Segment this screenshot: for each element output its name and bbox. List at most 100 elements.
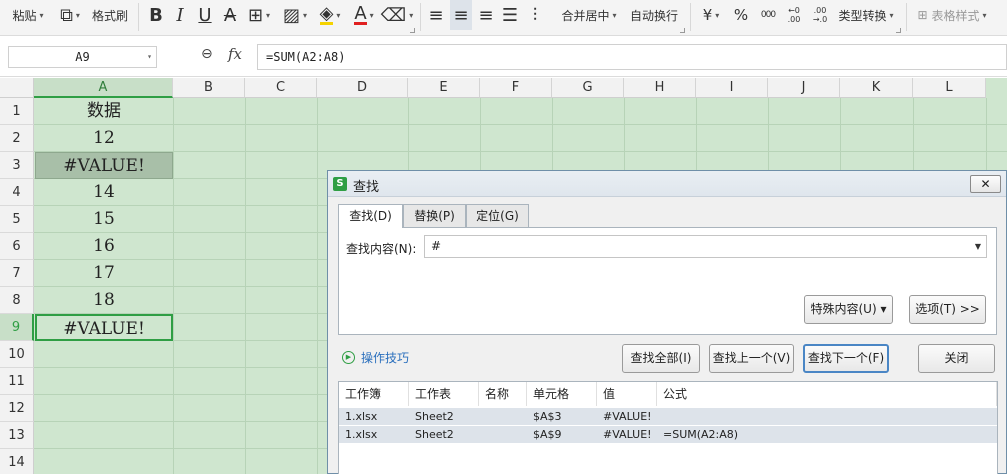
distribute-icon[interactable]: ⫶	[524, 0, 546, 30]
tab-goto[interactable]: 定位(G)	[466, 204, 529, 227]
row-header-13[interactable]: 13	[0, 422, 34, 449]
dialog-launcher-icon[interactable]	[680, 28, 685, 33]
column-header-h[interactable]: H	[624, 78, 696, 98]
row-header-5[interactable]: 5	[0, 206, 34, 233]
type-convert-button[interactable]: 类型转换 ▾	[836, 0, 896, 30]
chevron-down-icon: ▾	[303, 10, 308, 20]
row-header-1[interactable]: 1	[0, 98, 34, 125]
tips-link[interactable]: ▶ 操作技巧	[342, 349, 409, 366]
merge-center-button[interactable]: 合并居中 ▾	[558, 0, 620, 30]
underline-button[interactable]: U	[194, 0, 216, 30]
cell-a9[interactable]: #VALUE!	[35, 314, 173, 341]
column-header-a[interactable]: A	[34, 78, 173, 98]
cell-a4[interactable]: 14	[35, 179, 173, 206]
cell-a6[interactable]: 16	[35, 233, 173, 260]
results-column-header[interactable]: 单元格	[527, 382, 597, 406]
currency-icon: ¥	[702, 6, 713, 24]
close-button[interactable]: 关闭	[918, 344, 995, 373]
paste-button[interactable]: 粘贴 ▾	[6, 0, 50, 30]
strikethrough-button[interactable]: A	[220, 0, 240, 30]
row-header-8[interactable]: 8	[0, 287, 34, 314]
thousands-button[interactable]: 000	[756, 0, 780, 30]
column-header-b[interactable]: B	[173, 78, 245, 98]
copy-button[interactable]: ⧉ ▾	[56, 0, 84, 30]
options-button[interactable]: 选项(T) >>	[909, 295, 986, 324]
results-row[interactable]: 1.xlsx Sheet2 $A$3 #VALUE!	[339, 408, 997, 425]
find-all-button[interactable]: 查找全部(I)	[622, 344, 700, 373]
results-cell: #VALUE!	[603, 410, 652, 423]
results-column-header[interactable]: 工作表	[409, 382, 479, 406]
chevron-down-icon[interactable]: ▼	[975, 236, 981, 257]
row-header-11[interactable]: 11	[0, 368, 34, 395]
column-header-g[interactable]: G	[552, 78, 624, 98]
wrap-text-button[interactable]: 自动换行	[626, 0, 682, 30]
cell-a3[interactable]: #VALUE!	[35, 152, 173, 179]
find-next-button[interactable]: 查找下一个(F)	[803, 344, 889, 373]
row-header-7[interactable]: 7	[0, 260, 34, 287]
fill-pattern-button[interactable]: ▨ ▾	[280, 0, 310, 30]
clear-button[interactable]: ⌫ ▾	[381, 0, 413, 30]
column-header-j[interactable]: J	[768, 78, 840, 98]
font-color-button[interactable]: A ▾	[350, 0, 378, 30]
format-painter-button[interactable]: 格式刷	[88, 0, 132, 30]
column-header-k[interactable]: K	[840, 78, 913, 98]
border-button[interactable]: ⊞ ▾	[244, 0, 274, 30]
special-content-button[interactable]: 特殊内容(U) ▾	[804, 295, 893, 324]
column-header-f[interactable]: F	[480, 78, 552, 98]
row-header-2[interactable]: 2	[0, 125, 34, 152]
cell-a2[interactable]: 12	[35, 125, 173, 152]
find-previous-button[interactable]: 查找上一个(V)	[709, 344, 794, 373]
fx-icon[interactable]: fx	[228, 45, 242, 63]
increase-decimal-button[interactable]: ←0.00	[782, 0, 806, 30]
cell-a7[interactable]: 17	[35, 260, 173, 287]
chevron-down-icon: ▾	[612, 10, 617, 20]
percent-button[interactable]: %	[730, 0, 752, 30]
align-left-icon[interactable]: ≡	[426, 0, 446, 30]
tab-replace[interactable]: 替换(P)	[403, 204, 466, 227]
column-header-l[interactable]: L	[913, 78, 986, 98]
row-header-10[interactable]: 10	[0, 341, 34, 368]
close-icon[interactable]: ✕	[970, 175, 1001, 193]
italic-button[interactable]: I	[170, 0, 190, 30]
column-header-c[interactable]: C	[245, 78, 317, 98]
cell-a1[interactable]: 数据	[35, 98, 173, 125]
results-cell: $A$9	[533, 428, 562, 441]
row-header-14[interactable]: 14	[0, 449, 34, 474]
font-color-icon: A	[354, 2, 367, 25]
column-header-e[interactable]: E	[408, 78, 480, 98]
align-right-icon[interactable]: ≡	[476, 0, 496, 30]
align-center-icon[interactable]: ≡	[450, 0, 472, 30]
select-all-corner[interactable]	[0, 78, 34, 98]
row-header-12[interactable]: 12	[0, 395, 34, 422]
row-header-6[interactable]: 6	[0, 233, 34, 260]
zoom-icon[interactable]: ⊖	[201, 46, 213, 62]
tab-find[interactable]: 查找(D)	[338, 204, 403, 228]
divider	[420, 3, 421, 31]
column-header-i[interactable]: I	[696, 78, 768, 98]
fill-color-button[interactable]: ◈ ▾	[314, 0, 346, 30]
cell-a5[interactable]: 15	[35, 206, 173, 233]
column-header-d[interactable]: D	[317, 78, 408, 98]
results-column-header[interactable]: 名称	[479, 382, 527, 406]
dialog-launcher-icon[interactable]	[896, 28, 901, 33]
results-cell: 1.xlsx	[345, 428, 378, 441]
find-content-input[interactable]: # ▼	[424, 235, 987, 258]
results-row[interactable]: 1.xlsx Sheet2 $A$9 #VALUE! =SUM(A2:A8)	[339, 426, 997, 443]
chevron-down-icon[interactable]: ▾	[147, 47, 152, 67]
cell-a8[interactable]: 18	[35, 287, 173, 314]
row-header-4[interactable]: 4	[0, 179, 34, 206]
name-box[interactable]: A9 ▾	[8, 46, 157, 68]
results-column-header[interactable]: 公式	[657, 382, 997, 406]
results-column-header[interactable]: 值	[597, 382, 657, 406]
bold-button[interactable]: B	[146, 0, 166, 30]
decrease-decimal-button[interactable]: .00 →.0	[808, 0, 832, 30]
results-column-header[interactable]: 工作簿	[339, 382, 409, 406]
justify-icon[interactable]: ☰	[500, 0, 520, 30]
dialog-titlebar[interactable]: S 查找 ✕	[328, 171, 1006, 197]
table-style-button[interactable]: ⊞ 表格样式 ▾	[912, 0, 992, 30]
currency-button[interactable]: ¥ ▾	[696, 0, 726, 30]
formula-input[interactable]: =SUM(A2:A8)	[257, 44, 1007, 70]
row-header-9[interactable]: 9	[0, 314, 34, 341]
row-header-3[interactable]: 3	[0, 152, 34, 179]
dialog-launcher-icon[interactable]	[410, 28, 415, 33]
